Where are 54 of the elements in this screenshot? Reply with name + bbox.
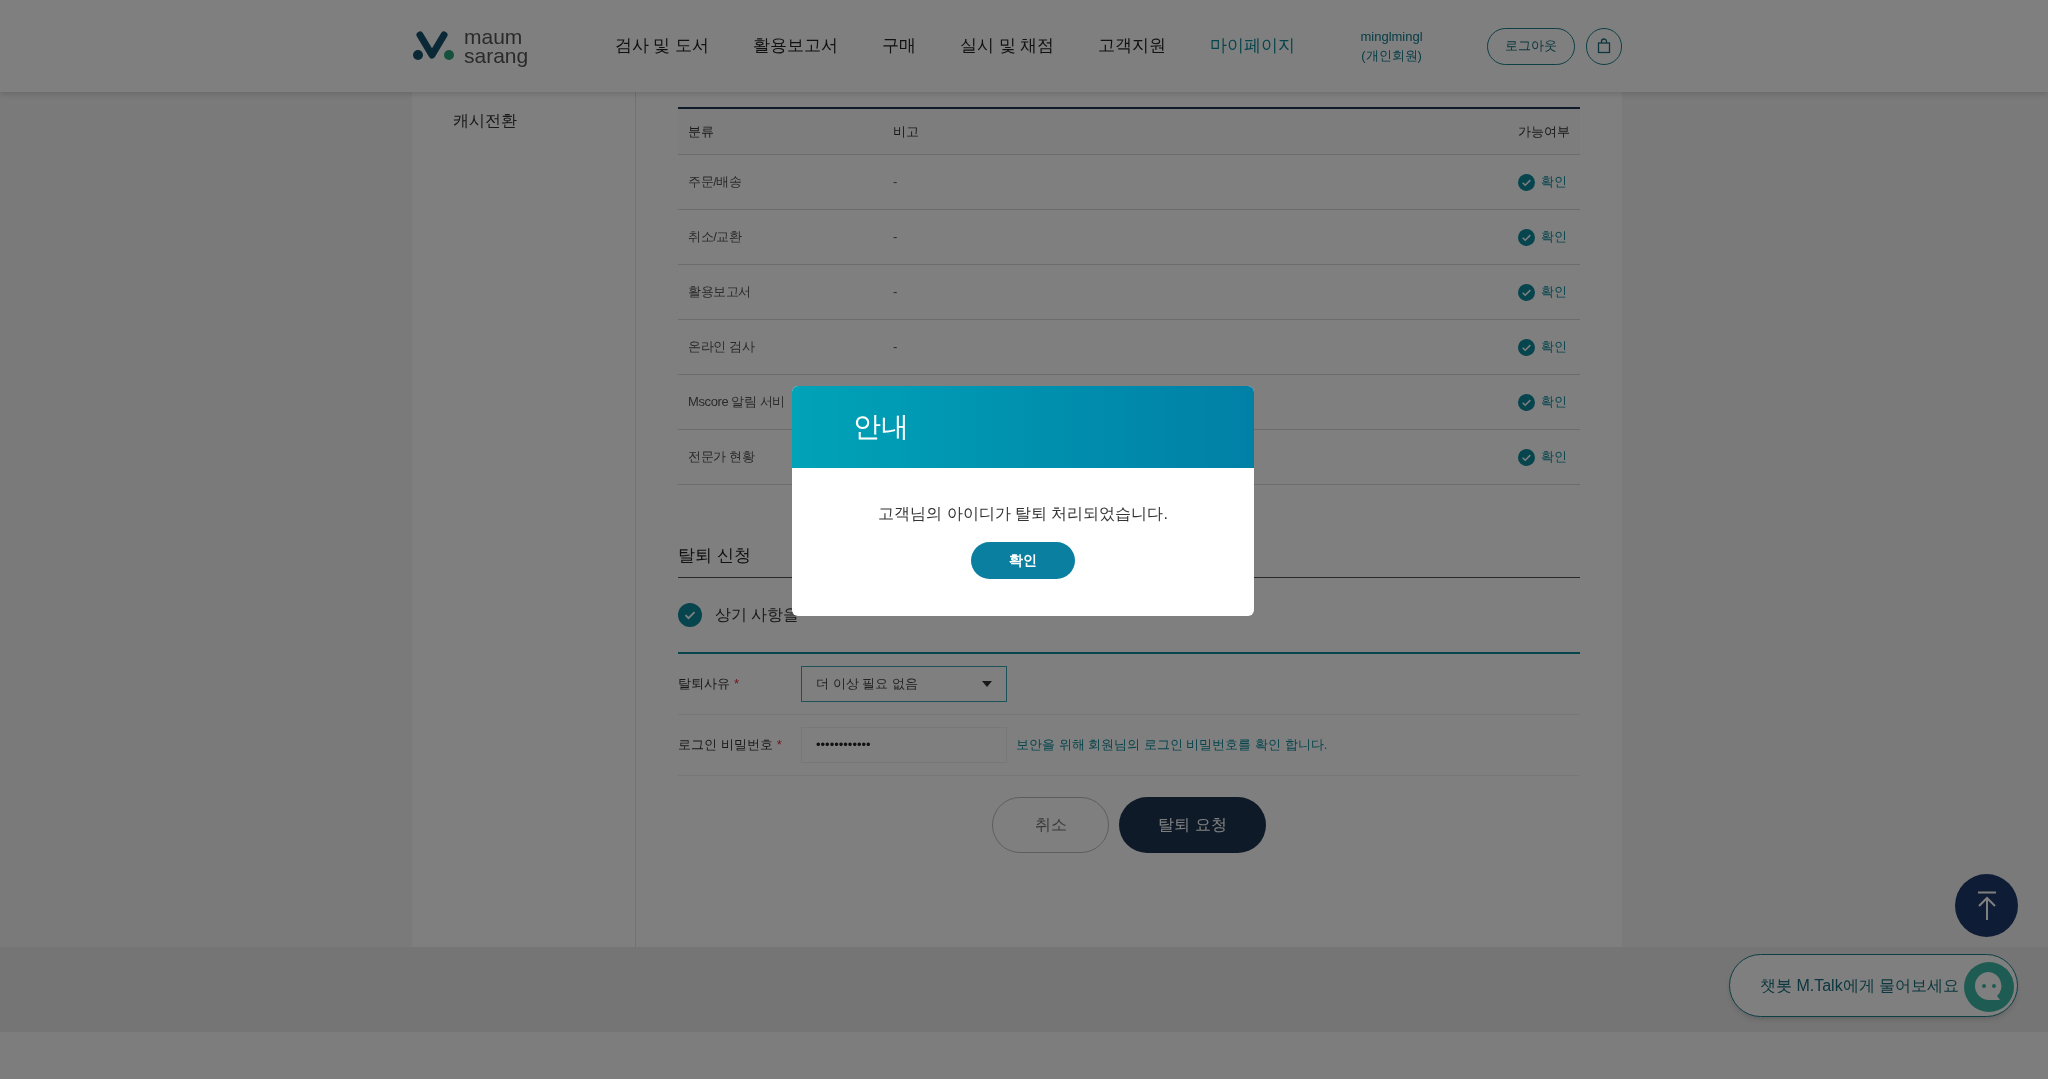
status-text: 확인 [1541, 228, 1567, 247]
table-cell: - [893, 339, 898, 355]
logo-icon [412, 29, 456, 63]
nav-link[interactable]: 활용보고서 [753, 33, 838, 59]
logo[interactable]: maum sarang [412, 27, 555, 65]
table-cell: - [893, 229, 898, 245]
nav-link[interactable]: 마이페이지 [1210, 33, 1296, 59]
withdraw-button[interactable]: 탈퇴 요청 [1119, 796, 1266, 853]
field-label: 로그인 비밀번호 * [678, 735, 783, 754]
dialog-message: 고객님의 아이디가 탈퇴 처리되었습니다. [878, 504, 1168, 524]
table-cell: - [893, 174, 898, 190]
chatbot-button[interactable]: 챗봇 M.Talk에게 물어보세요 [1729, 954, 2018, 1017]
logo-text: maum [464, 27, 524, 46]
shopping-bag-icon [1595, 38, 1612, 54]
cancel-button[interactable]: 취소 [992, 796, 1109, 853]
table-cell-text: 활용보고서 [688, 283, 752, 302]
logo-text: sarang [464, 46, 529, 65]
column-header: 분류 [688, 122, 715, 141]
caret-icon [982, 680, 992, 687]
user-id: minglmingl [1360, 28, 1423, 46]
table-cell-text: 온라인 검사 [688, 338, 756, 357]
nav-link[interactable]: 고객지원 [1098, 33, 1167, 59]
confirm-button[interactable]: 확인 [971, 542, 1075, 579]
field-label: 탈퇴사유 * [678, 674, 741, 693]
status-text: 확인 [1541, 393, 1567, 412]
status-text: 확인 [1541, 173, 1567, 192]
nav-link[interactable]: 실시 및 채점 [960, 33, 1055, 59]
table-cell: - [893, 284, 898, 300]
column-header: 가능여부 [1517, 122, 1570, 141]
reason-dropdown[interactable]: 더 이상 필요 없음 [801, 665, 1007, 702]
check-circle-icon [1518, 283, 1535, 301]
table-cell-text: 주문/배송 [688, 173, 743, 192]
sidebar-item[interactable]: 캐시전환 [453, 109, 635, 133]
check-circle-icon [1518, 338, 1535, 356]
member-type: (개인회원) [1360, 47, 1423, 65]
column-header: 비고 [893, 122, 920, 141]
password-field[interactable]: •••••••••••• [801, 726, 1007, 763]
status-text: 확인 [1541, 448, 1567, 467]
nav-link[interactable]: 구매 [882, 33, 916, 59]
check-circle-icon [1518, 393, 1535, 411]
check-circle-icon [1518, 448, 1535, 466]
arrow-up-icon [1975, 890, 1998, 921]
status-text: 확인 [1541, 338, 1567, 357]
table-cell-text: Mscore 알림 서비 [688, 393, 787, 412]
table-cell-text: 취소/교환 [688, 228, 743, 247]
password-hint: 보안을 위해 회원님의 로그인 비밀번호를 확인 합니다. [1016, 735, 1328, 754]
check-circle-icon [1518, 173, 1535, 191]
table-cell-text: 전문가 현황 [688, 448, 756, 467]
agree-checkbox[interactable] [678, 602, 702, 627]
dialog-title: 안내 [853, 410, 909, 444]
check-circle-icon [1518, 228, 1535, 246]
status-text: 확인 [1541, 283, 1567, 302]
nav-link[interactable]: 검사 및 도서 [614, 33, 709, 59]
chat-bubble-icon [1964, 962, 2014, 1012]
